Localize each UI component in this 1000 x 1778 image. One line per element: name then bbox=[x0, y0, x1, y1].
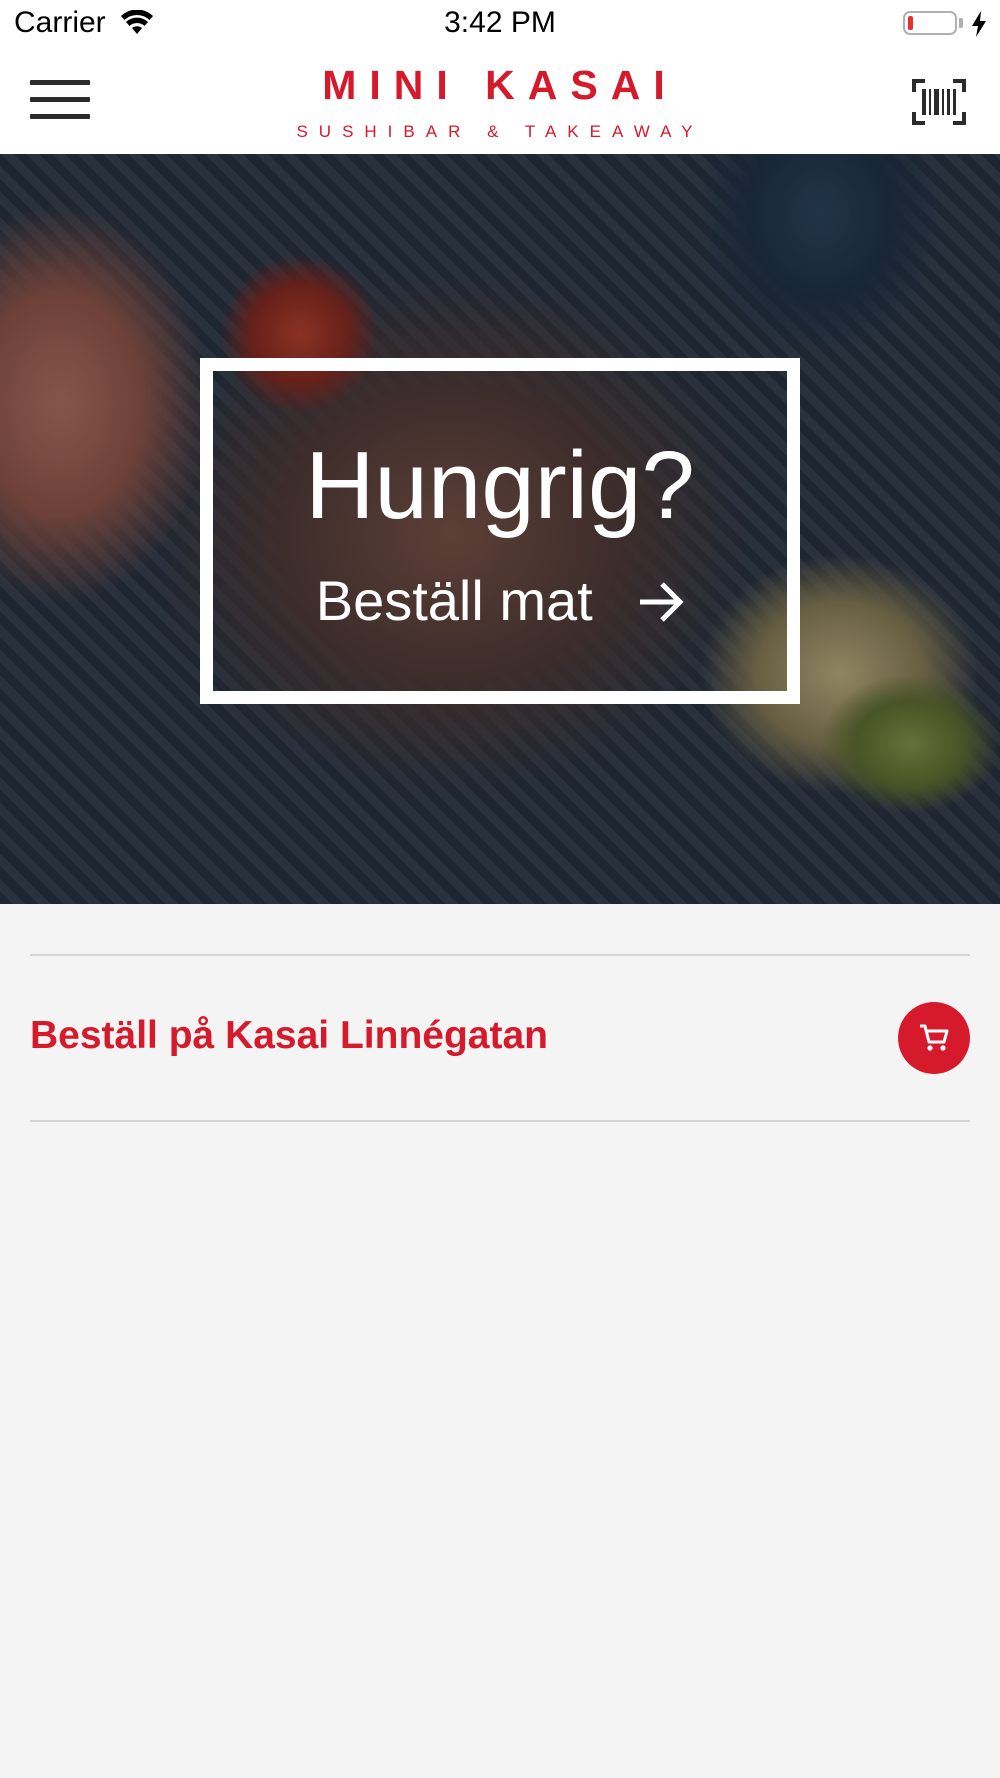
cart-icon bbox=[920, 1024, 949, 1051]
location-label: Beställ på Kasai Linnégatan bbox=[30, 1014, 548, 1057]
location-item-linnegatan[interactable]: Beställ på Kasai Linnégatan bbox=[30, 956, 970, 1120]
barcode-scanner-icon bbox=[912, 79, 966, 125]
logo-title: MINI KASAI bbox=[322, 62, 678, 108]
order-cart-button[interactable] bbox=[898, 1002, 970, 1074]
logo: MINI KASAI SUSHIBAR & TAKEAWAY bbox=[0, 60, 1000, 142]
battery-icon bbox=[903, 11, 957, 35]
scan-button[interactable] bbox=[912, 78, 966, 126]
battery-tip bbox=[959, 18, 963, 28]
logo-subtitle: SUSHIBAR & TAKEAWAY bbox=[296, 122, 704, 141]
app-header: MINI KASAI SUSHIBAR & TAKEAWAY bbox=[0, 50, 1000, 155]
arrow-right-icon bbox=[638, 570, 684, 640]
hero-title: Hungrig? bbox=[305, 432, 695, 539]
hero-cta-label: Beställ mat bbox=[315, 569, 593, 632]
clock: 3:42 PM bbox=[444, 6, 556, 39]
hero-order-banner[interactable]: Hungrig? Beställ mat bbox=[0, 154, 1000, 904]
divider-bottom bbox=[30, 1120, 970, 1122]
status-bar: Carrier 3:42 PM bbox=[0, 0, 1000, 50]
hero-frame: Hungrig? Beställ mat bbox=[200, 358, 800, 704]
hero-cta: Beställ mat bbox=[213, 566, 787, 640]
charging-bolt-icon bbox=[970, 10, 988, 43]
